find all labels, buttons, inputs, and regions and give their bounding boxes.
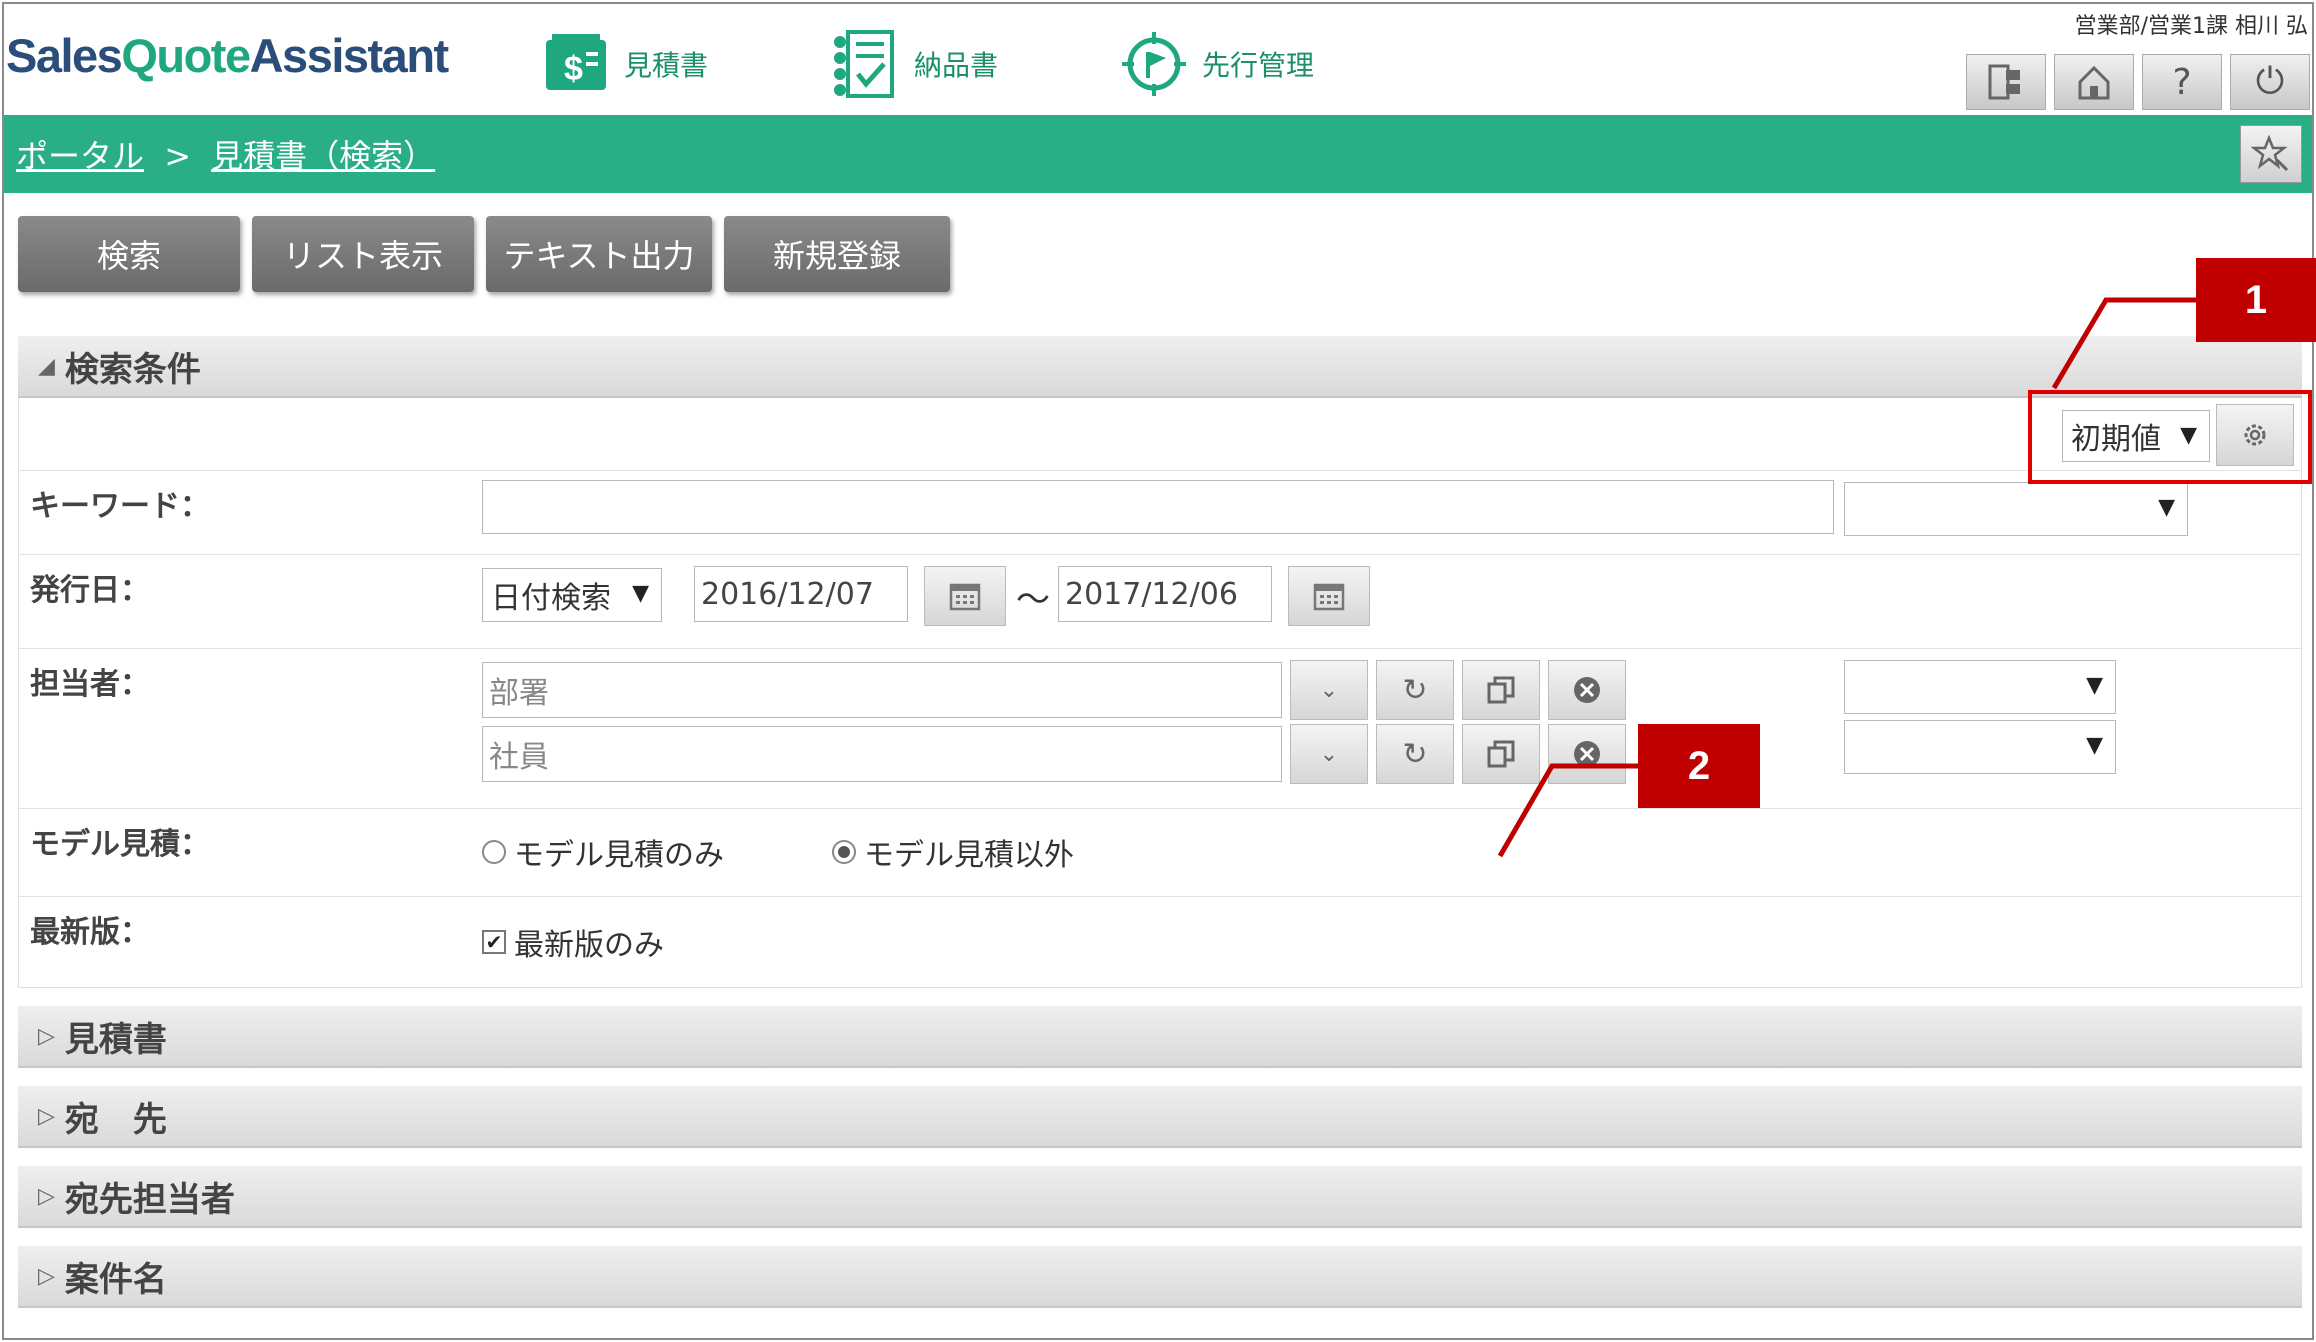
callout-1: 1 (2196, 258, 2316, 342)
callout-2: 2 (1638, 724, 1760, 808)
callout-leader-lines (1497, 297, 2198, 858)
